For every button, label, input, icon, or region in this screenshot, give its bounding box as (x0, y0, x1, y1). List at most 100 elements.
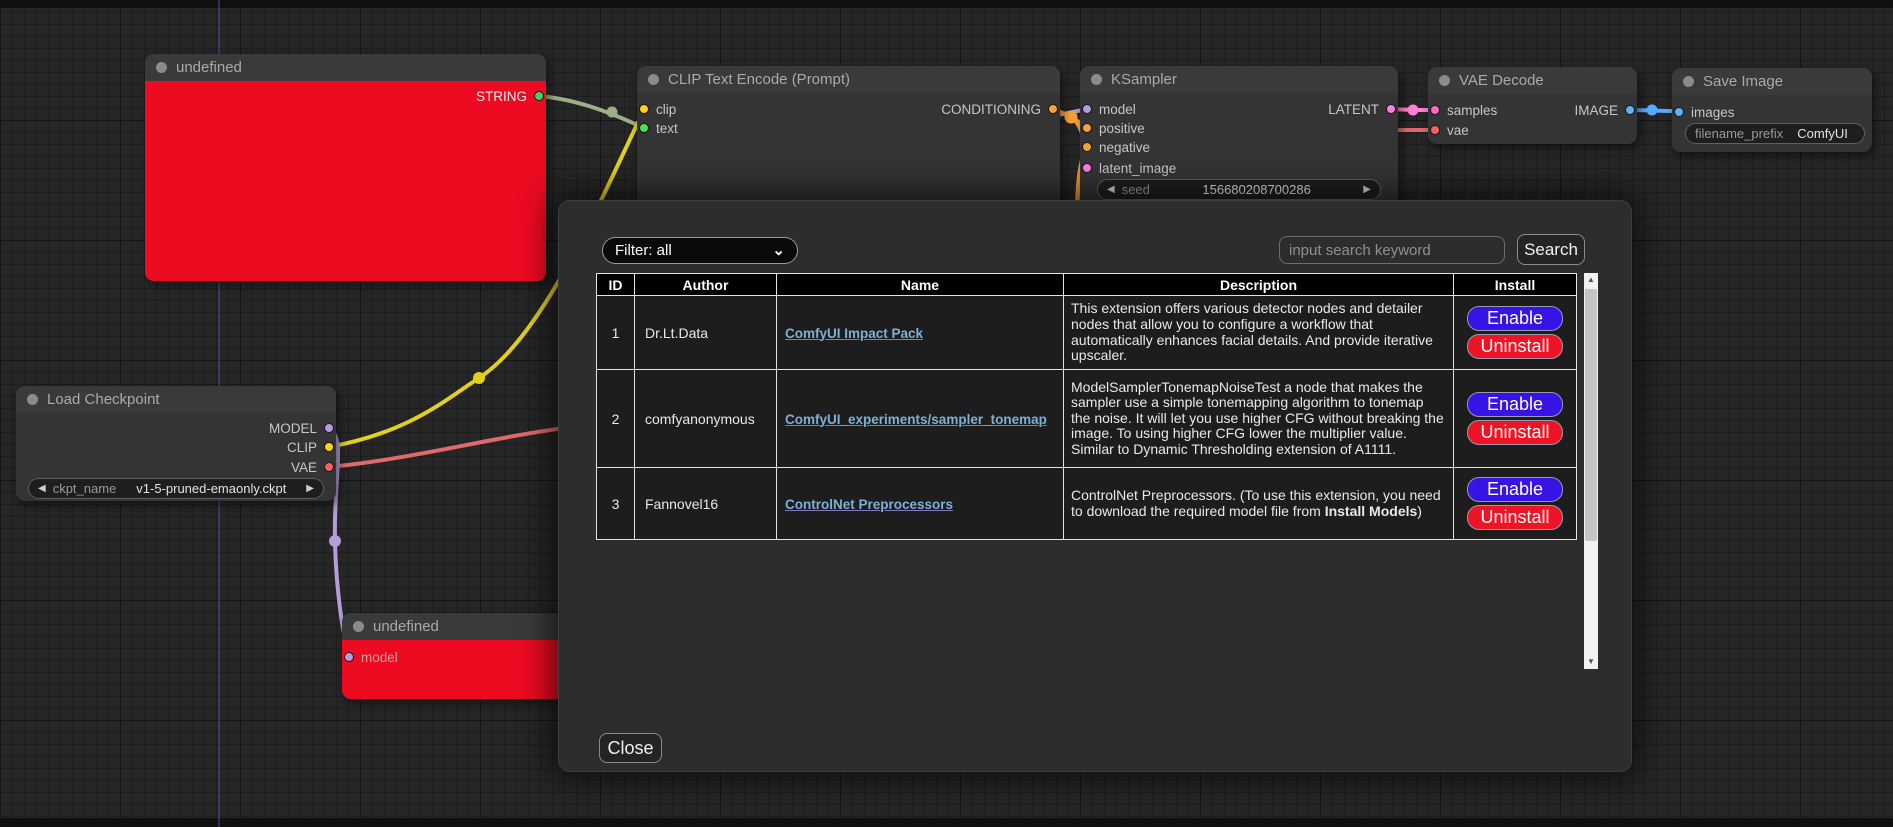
table-scrollbar[interactable]: ▲ ▼ (1584, 273, 1598, 669)
input-socket-positive[interactable] (1082, 123, 1092, 133)
cell-id: 3 (597, 468, 635, 540)
output-socket-image[interactable] (1625, 105, 1635, 115)
input-socket-model[interactable] (344, 652, 354, 662)
col-header-description: Description (1064, 274, 1454, 296)
ckpt-name-widget[interactable]: ◀ ckpt_name v1-5-pruned-emaonly.ckpt ▶ (28, 478, 324, 499)
seed-value: 156680208700286 (1157, 182, 1356, 197)
output-socket-model[interactable] (324, 423, 334, 433)
node-title-bar[interactable]: undefined (342, 613, 582, 640)
node-collapse-dot[interactable] (27, 394, 38, 405)
cell-author: Dr.Lt.Data (635, 296, 777, 370)
description-suffix: ) (1417, 503, 1422, 519)
output-socket-string[interactable] (534, 91, 544, 101)
table-header-row: ID Author Name Description Install (597, 274, 1577, 296)
node-collapse-dot[interactable] (156, 62, 167, 73)
scrollbar-thumb[interactable] (1585, 289, 1597, 541)
port-label-latent-image: latent_image (1099, 161, 1176, 176)
port-label-model-out: MODEL (269, 421, 317, 436)
uninstall-button[interactable]: Uninstall (1467, 505, 1563, 530)
node-title-bar[interactable]: Load Checkpoint (16, 386, 336, 413)
close-button[interactable]: Close (599, 733, 662, 763)
node-title-bar[interactable]: CLIP Text Encode (Prompt) (637, 66, 1060, 93)
node-clip-text-encode[interactable]: CLIP Text Encode (Prompt) clip text COND… (637, 66, 1060, 211)
input-socket-text[interactable] (639, 123, 649, 133)
filename-prefix-label: filename_prefix (1695, 126, 1783, 141)
uninstall-button[interactable]: Uninstall (1467, 420, 1563, 445)
extension-table: ID Author Name Description Install 1 Dr.… (596, 273, 1577, 540)
col-header-name: Name (777, 274, 1064, 296)
port-label-latent: LATENT (1328, 102, 1379, 117)
enable-button[interactable]: Enable (1467, 392, 1563, 417)
cell-description: ModelSamplerTonemapNoiseTest a node that… (1064, 370, 1454, 468)
chevron-down-icon: ⌄ (772, 246, 785, 256)
node-collapse-dot[interactable] (1091, 74, 1102, 85)
input-socket-vae[interactable] (1430, 125, 1440, 135)
node-title-bar[interactable]: Save Image (1672, 68, 1872, 95)
description-bold: Install Models (1325, 503, 1418, 519)
enable-button[interactable]: Enable (1467, 477, 1563, 502)
cell-id: 2 (597, 370, 635, 468)
node-vae-decode[interactable]: VAE Decode samples vae IMAGE (1428, 67, 1637, 144)
node-save-image[interactable]: Save Image images filename_prefix ComfyU… (1672, 68, 1872, 152)
ckpt-name-value: v1-5-pruned-emaonly.ckpt (123, 481, 299, 496)
node-title-bar[interactable]: VAE Decode (1428, 67, 1637, 94)
node-undefined-model[interactable]: undefined model (342, 613, 582, 699)
arrow-right-icon[interactable]: ▶ (306, 483, 314, 494)
input-socket-images[interactable] (1674, 107, 1684, 117)
port-label-text: text (656, 121, 678, 136)
search-input[interactable] (1279, 236, 1505, 264)
input-socket-negative[interactable] (1082, 142, 1092, 152)
node-title: VAE Decode (1459, 72, 1544, 89)
col-header-author: Author (635, 274, 777, 296)
output-socket-clip[interactable] (324, 442, 334, 452)
col-header-install: Install (1454, 274, 1577, 296)
input-socket-latent-image[interactable] (1082, 163, 1092, 173)
output-socket-conditioning[interactable] (1048, 104, 1058, 114)
extension-table-wrap: ID Author Name Description Install 1 Dr.… (596, 273, 1598, 669)
arrow-right-icon[interactable]: ▶ (1363, 184, 1371, 195)
seed-label: seed (1122, 182, 1150, 197)
node-collapse-dot[interactable] (648, 74, 659, 85)
input-socket-samples[interactable] (1430, 105, 1440, 115)
node-title: undefined (373, 618, 439, 635)
node-ksampler[interactable]: KSampler model positive negative latent_… (1080, 66, 1398, 209)
output-socket-vae[interactable] (324, 462, 334, 472)
enable-button[interactable]: Enable (1467, 306, 1563, 331)
uninstall-button[interactable]: Uninstall (1467, 334, 1563, 359)
seed-widget[interactable]: ◀ seed 156680208700286 ▶ (1097, 179, 1381, 200)
node-error-body (145, 81, 546, 281)
node-title-bar[interactable]: undefined (145, 54, 546, 81)
extension-link[interactable]: ComfyUI_experiments/sampler_tonemap (785, 412, 1047, 427)
filename-prefix-widget[interactable]: filename_prefix ComfyUI (1685, 123, 1865, 144)
port-label-model: model (1099, 102, 1136, 117)
port-label-conditioning: CONDITIONING (941, 102, 1041, 117)
port-label-clip-out: CLIP (287, 440, 317, 455)
node-collapse-dot[interactable] (1683, 76, 1694, 87)
output-socket-latent[interactable] (1386, 104, 1396, 114)
filter-select-value: Filter: all (615, 242, 672, 259)
col-header-id: ID (597, 274, 635, 296)
cell-author: comfyanonymous (635, 370, 777, 468)
node-title-bar[interactable]: KSampler (1080, 66, 1398, 93)
arrow-left-icon[interactable]: ◀ (1107, 184, 1115, 195)
input-socket-clip[interactable] (639, 104, 649, 114)
node-collapse-dot[interactable] (353, 621, 364, 632)
comfyui-canvas[interactable]: undefined STRING CLIP Text Encode (Promp… (0, 0, 1893, 827)
cell-author: Fannovel16 (635, 468, 777, 540)
extension-link[interactable]: ControlNet Preprocessors (785, 497, 953, 512)
input-socket-model[interactable] (1082, 104, 1092, 114)
search-button[interactable]: Search (1517, 234, 1585, 265)
port-label-images: images (1691, 105, 1735, 120)
port-label-samples: samples (1447, 103, 1497, 118)
scroll-up-icon[interactable]: ▲ (1584, 273, 1598, 287)
port-label-positive: positive (1099, 121, 1145, 136)
node-load-checkpoint[interactable]: Load Checkpoint MODEL CLIP VAE ◀ ckpt_na… (16, 386, 336, 501)
filter-select[interactable]: Filter: all ⌄ (602, 237, 798, 264)
node-undefined-string[interactable]: undefined STRING (145, 54, 546, 281)
node-title: Load Checkpoint (47, 391, 160, 408)
arrow-left-icon[interactable]: ◀ (38, 483, 46, 494)
node-collapse-dot[interactable] (1439, 75, 1450, 86)
scroll-down-icon[interactable]: ▼ (1584, 655, 1598, 669)
node-title: Save Image (1703, 73, 1783, 90)
extension-link[interactable]: ComfyUI Impact Pack (785, 326, 923, 341)
